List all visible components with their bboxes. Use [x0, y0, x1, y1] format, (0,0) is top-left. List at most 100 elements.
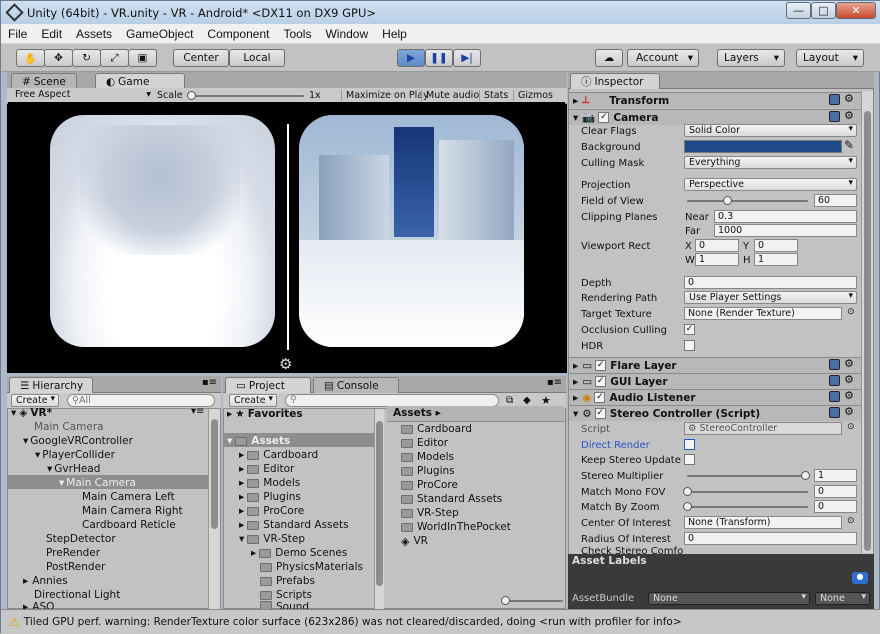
fov-slider-knob[interactable]	[723, 196, 732, 205]
gui-layer-checkbox[interactable]: ✓	[595, 376, 607, 387]
project-folder[interactable]: ▸ Demo Scenes	[251, 546, 347, 560]
fov-slider[interactable]	[687, 196, 808, 205]
target-texture-field[interactable]: None (Render Texture)	[684, 307, 842, 320]
stats-toggle[interactable]: Stats	[479, 90, 508, 101]
hierarchy-item[interactable]: ▾ PlayerCollider	[35, 448, 115, 462]
cloud-button[interactable]: ☁	[595, 49, 623, 67]
assets-root-item[interactable]: ▾ Assets	[227, 434, 290, 448]
game-viewport[interactable]: ⚙	[8, 102, 565, 373]
layout-dropdown[interactable]: Layout ▾	[796, 49, 864, 67]
asset-list-item[interactable]: ProCore	[401, 478, 458, 492]
menu-tools[interactable]: Tools	[276, 27, 318, 41]
hierarchy-scrollbar-thumb[interactable]	[211, 419, 218, 529]
filter-by-type-icon[interactable]: ⧉	[506, 395, 513, 406]
object-picker-icon[interactable]: ⊙	[847, 307, 855, 317]
asset-list-item[interactable]: Models	[401, 450, 454, 464]
icon-size-knob[interactable]	[501, 596, 510, 605]
project-folder[interactable]: ▸ Editor	[239, 462, 294, 476]
far-input[interactable]: 1000	[714, 224, 857, 237]
menu-window[interactable]: Window	[318, 27, 375, 41]
assetbundle-dropdown[interactable]: None	[648, 592, 810, 605]
match-by-zoom-knob[interactable]	[683, 502, 692, 511]
hierarchy-item-selected[interactable]: ▾ Main Camera	[59, 476, 136, 490]
hierarchy-item[interactable]: ▸ Annies	[23, 574, 68, 588]
stereo-multiplier-input[interactable]: 1	[814, 469, 857, 482]
rect-tool-button[interactable]: ▣	[128, 49, 157, 67]
scale-slider-knob[interactable]	[187, 91, 196, 100]
scale-tool-button[interactable]: ⤢	[100, 49, 129, 67]
menu-edit[interactable]: Edit	[34, 27, 69, 41]
camera-header[interactable]: ▾ 📷 ✓ Camera	[569, 109, 861, 125]
account-dropdown[interactable]: Account ▾	[627, 49, 699, 67]
stereo-controller-checkbox[interactable]: ✓	[594, 408, 606, 419]
fov-input[interactable]: 60	[814, 194, 857, 207]
gear-icon[interactable]: ⚙	[844, 109, 854, 122]
rotate-tool-button[interactable]: ↻	[72, 49, 101, 67]
gear-icon[interactable]: ⚙	[844, 389, 854, 402]
menu-help[interactable]: Help	[375, 27, 414, 41]
tab-scene[interactable]: # Scene	[11, 73, 77, 89]
help-book-icon[interactable]	[829, 359, 840, 370]
hierarchy-item[interactable]: StepDetector	[46, 532, 116, 546]
status-message[interactable]: Tiled GPU perf. warning: RenderTexture c…	[24, 616, 682, 628]
project-folder[interactable]: ▸ Plugins	[239, 490, 301, 504]
hierarchy-item[interactable]: Main Camera Left	[82, 490, 175, 504]
stereo-controller-header[interactable]: ▾ ⚙ ✓ Stereo Controller (Script)	[569, 405, 861, 421]
pivot-center-button[interactable]: Center	[173, 49, 229, 67]
settings-gear-icon[interactable]: ⚙	[279, 355, 292, 373]
hierarchy-item[interactable]: Main Camera	[34, 420, 104, 434]
gear-icon[interactable]: ⚙	[844, 92, 854, 105]
icon-size-slider[interactable]	[501, 596, 563, 605]
viewport-x-input[interactable]: 0	[695, 239, 739, 252]
rendering-path-dropdown[interactable]: Use Player Settings	[684, 291, 857, 304]
match-by-zoom-slider[interactable]	[683, 502, 808, 511]
gear-icon[interactable]: ⚙	[844, 357, 854, 370]
projection-dropdown[interactable]: Perspective	[684, 178, 857, 191]
asset-list-item[interactable]: WorldInThePocket	[401, 520, 511, 534]
help-book-icon[interactable]	[829, 94, 840, 105]
radius-of-interest-input[interactable]: 0	[684, 532, 857, 545]
hierarchy-item[interactable]: ▾ GvrHead	[47, 462, 100, 476]
breadcrumb-assets[interactable]: Assets	[393, 407, 432, 419]
object-picker-icon[interactable]: ⊙	[847, 422, 855, 432]
inspector-scrollbar[interactable]	[861, 91, 873, 553]
project-folder[interactable]: ▾ VR-Step	[239, 532, 305, 546]
asset-list-item[interactable]: Editor	[401, 436, 448, 450]
project-folder[interactable]: Sound	[260, 601, 309, 609]
keep-stereo-checkbox[interactable]	[684, 454, 695, 465]
hdr-checkbox[interactable]	[684, 340, 695, 351]
tab-hierarchy[interactable]: ☰ Hierarchy	[9, 377, 93, 393]
hierarchy-item[interactable]: PostRender	[46, 560, 105, 574]
panel-menu-icon[interactable]: ▪≡	[547, 377, 562, 388]
project-folder[interactable]: PhysicsMaterials	[260, 560, 363, 574]
project-folder[interactable]: ▸ Models	[239, 476, 300, 490]
pause-button[interactable]: ❚❚	[425, 49, 453, 67]
viewport-w-input[interactable]: 1	[695, 253, 739, 266]
stereo-multiplier-slider[interactable]	[687, 471, 810, 480]
filter-by-label-icon[interactable]: ◆	[523, 395, 531, 406]
scene-root-item[interactable]: ▾ ◈ VR*	[11, 406, 52, 420]
hierarchy-item[interactable]: Main Camera Right	[82, 504, 183, 518]
viewport-h-input[interactable]: 1	[754, 253, 798, 266]
project-create-dropdown[interactable]: Create	[229, 394, 277, 407]
pivot-local-button[interactable]: Local	[229, 49, 285, 67]
help-book-icon[interactable]	[829, 375, 840, 386]
help-book-icon[interactable]	[829, 407, 840, 418]
project-tree-scrollbar-thumb[interactable]	[376, 421, 383, 586]
match-mono-fov-input[interactable]: 0	[814, 485, 857, 498]
menu-gameobject[interactable]: GameObject	[119, 27, 200, 41]
transform-header[interactable]: ▸ ⟂ Transform	[569, 92, 861, 108]
project-folder[interactable]: Scripts	[260, 588, 312, 602]
menu-assets[interactable]: Assets	[69, 27, 119, 41]
match-mono-fov-slider[interactable]	[683, 487, 808, 496]
gui-layer-header[interactable]: ▸ ▭ ✓ GUI Layer	[569, 373, 861, 389]
audio-listener-checkbox[interactable]: ✓	[594, 392, 606, 403]
layers-dropdown[interactable]: Layers ▾	[717, 49, 785, 67]
maximize-button[interactable]: □	[811, 2, 836, 19]
aspect-dropdown[interactable]: Free Aspect ▾	[9, 89, 153, 102]
move-tool-button[interactable]: ✥	[44, 49, 73, 67]
hierarchy-scrollbar[interactable]	[208, 409, 220, 609]
flare-layer-header[interactable]: ▸ ▭ ✓ Flare Layer	[569, 357, 861, 373]
tab-game[interactable]: ◐ Game	[95, 73, 185, 89]
close-button[interactable]: ✕	[836, 2, 876, 19]
